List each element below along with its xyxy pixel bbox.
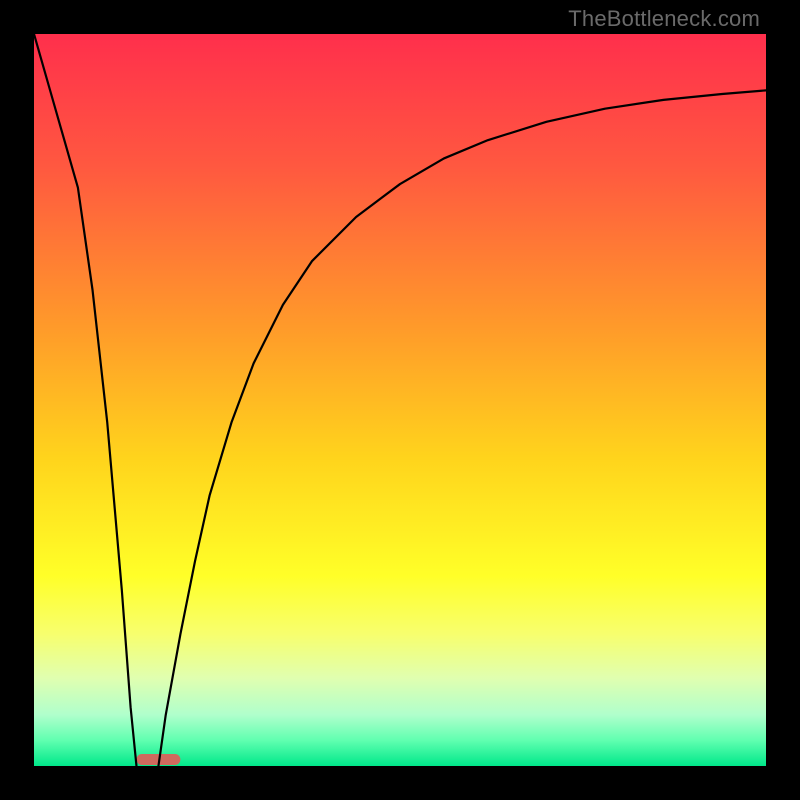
gradient-background	[34, 34, 766, 766]
watermark-text: TheBottleneck.com	[568, 6, 760, 32]
chart-svg	[34, 34, 766, 766]
chart-frame: TheBottleneck.com	[0, 0, 800, 800]
plot-area	[34, 34, 766, 766]
